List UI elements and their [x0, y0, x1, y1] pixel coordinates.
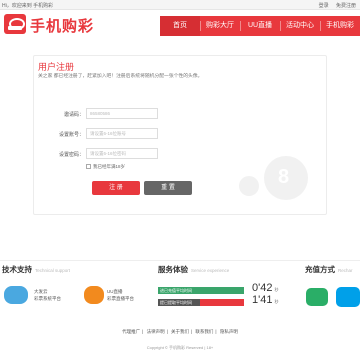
login-link[interactable]: 登录: [319, 3, 329, 9]
age-checkbox[interactable]: [86, 164, 91, 169]
footer-link-about[interactable]: 关于我们: [171, 329, 189, 334]
wechat-pay-icon: [306, 288, 328, 306]
withdraw-time-fill: [200, 299, 244, 306]
invite-code-label: 邀请码：: [63, 112, 84, 118]
deposit-time-value: 0'42 秒: [252, 282, 279, 294]
site-logo[interactable]: 手机购彩: [4, 14, 104, 35]
payment-title: 充值方式 Rechar: [305, 265, 353, 274]
footer-link-legal[interactable]: 法律声明: [147, 329, 165, 334]
register-button[interactable]: 注 册: [92, 181, 140, 195]
partner-dafa[interactable]: 大发云 彩票系统平台: [34, 288, 61, 302]
service-title: 服务体验 Service experience: [158, 265, 230, 274]
flame-icon: [84, 286, 104, 304]
partner-uu[interactable]: UU直播 彩票直播平台: [107, 288, 134, 302]
password-label: 设置密码：: [58, 152, 84, 158]
deposit-time-bar: 进已充值平均时间: [158, 287, 244, 294]
register-link[interactable]: 免费注册: [336, 3, 356, 9]
top-links: 登录 免费注册: [313, 2, 356, 9]
register-panel: 8 用户注册 关之家 都已经注册了，赶紧加入吧！注册后系统将随机分配一张个性的头…: [33, 55, 327, 215]
welcome-text: Hi，欢迎来到 手机购彩: [2, 3, 54, 9]
footer-link-privacy[interactable]: 隐私声明: [220, 329, 238, 334]
nav-lottery-hall[interactable]: 购彩大厅: [200, 16, 240, 36]
password-input[interactable]: [86, 148, 158, 159]
partner-name: UU直播: [107, 289, 123, 294]
withdraw-time-value: 1'41 秒: [252, 294, 279, 306]
payment-title-en: Rechar: [338, 268, 353, 273]
decor-ball-icon: 8: [278, 166, 290, 188]
copyright: Copyright © 手机购彩 Reserved | 18+: [146, 345, 214, 350]
support-title-en: Technical support: [35, 268, 71, 273]
reset-button[interactable]: 重 置: [144, 181, 192, 195]
main-nav: 首页 购彩大厅 UU直播 活动中心 手机购彩: [160, 16, 360, 36]
age-confirm[interactable]: 我已经年满18岁: [86, 164, 125, 170]
cloud-icon: [4, 286, 28, 304]
account-label: 设置账号：: [58, 132, 84, 138]
invite-code-input[interactable]: [86, 108, 158, 119]
partner-desc: 彩票直播平台: [107, 296, 134, 301]
footer-link-contact[interactable]: 联系我们: [195, 329, 213, 334]
decor-circle: [239, 176, 259, 196]
nav-mobile[interactable]: 手机购彩: [320, 16, 360, 36]
account-input[interactable]: [86, 128, 158, 139]
nav-home[interactable]: 首页: [160, 16, 200, 36]
age-confirm-label: 我已经年满18岁: [93, 164, 126, 169]
nav-uu-live[interactable]: UU直播: [240, 16, 280, 36]
logo-icon: [4, 14, 26, 34]
partner-name: 大发云: [34, 289, 48, 294]
alipay-icon: [336, 287, 360, 307]
logo-text: 手机购彩: [30, 18, 95, 35]
footer-link-agent[interactable]: 代理推广: [122, 329, 140, 334]
nav-events[interactable]: 活动中心: [280, 16, 320, 36]
support-title: 技术支持 Technical support: [2, 265, 71, 274]
top-bar: Hi，欢迎来到 手机购彩 登录 免费注册: [0, 0, 360, 10]
partner-desc: 彩票系统平台: [34, 296, 61, 301]
service-title-en: Service experience: [191, 268, 230, 273]
register-description: 关之家 都已经注册了，赶紧加入吧！注册后系统将随机分配一张个性的头像。: [38, 74, 203, 79]
footer-links: 代理推广 | 法律声明 | 关于我们 | 联系我们 | 隐私声明: [122, 329, 238, 334]
